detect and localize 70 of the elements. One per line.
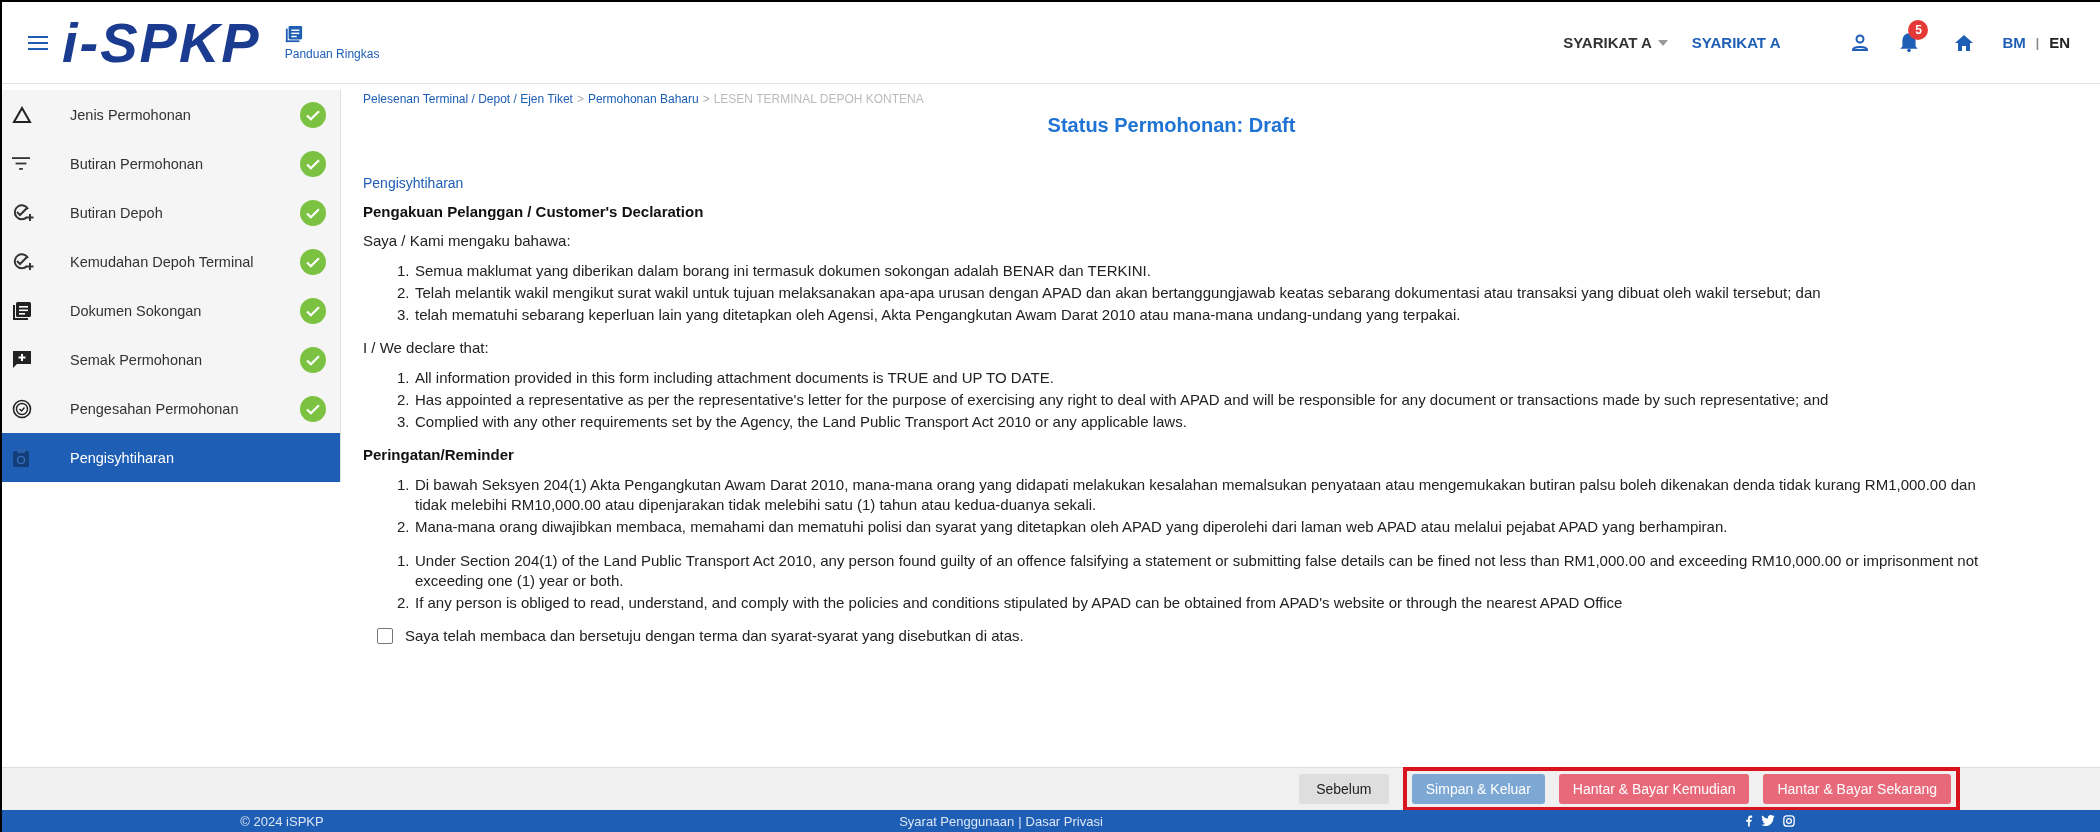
breadcrumb-separator: >	[702, 92, 710, 106]
reminder-text: Under Section 204(1) of the Land Public Transport Act 2010, any person found guilty of an offence falsifying a statement or submitting false details can be fined not less than RM1,000.00 and exceeding RM10,000.00 or imprisonment not exceeding one (1) year or both.	[415, 551, 1980, 591]
copyright-text: © 2024 iSPKP	[239, 813, 325, 829]
declaration-text: Telah melantik wakil mengikut surat wakil untuk tujuan melaksanakan apa-apa urusan dengan APAD dan akan bertanggungjawab keatas sebarang dokumentasi atau transaksi yang dibuat oleh wakil tersebut; dan	[415, 283, 1821, 303]
breadcrumb-link[interactable]: Pelesenan Terminal / Depot / Ejen Tiket	[363, 92, 573, 106]
sidebar-item[interactable]: Pengisyhtiharan	[2, 433, 340, 482]
breadcrumb-link[interactable]: Permohonan Baharu	[587, 92, 699, 106]
check-add-icon	[12, 202, 34, 223]
agreement-label: Saya telah membaca dan bersetuju dengan terma dan syarat-syarat yang disebutkan di atas.	[405, 627, 1024, 644]
reminder-text: If any person is obliged to read, understand, and comply with the policies and conditions stipulated by APAD can be obtained from APAD's website or through the nearest APAD Office	[415, 593, 1623, 613]
list-number: 1.	[397, 368, 411, 388]
status-title: Status Permohonan: Draft	[1046, 114, 1297, 137]
breadcrumb-current-page: LESEN TERMINAL DEPOH KONTENA	[713, 92, 924, 106]
quick-guide-link[interactable]: Panduan Ringkas	[284, 24, 380, 61]
agreement-checkbox[interactable]	[377, 627, 393, 644]
breadcrumb-separator: >	[576, 92, 584, 106]
list-number: 2.	[397, 517, 411, 537]
list-number: 2.	[397, 593, 411, 613]
instagram-icon[interactable]	[1783, 815, 1795, 827]
list-number: 2.	[397, 390, 411, 410]
document-icon	[12, 300, 32, 321]
home-icon[interactable]	[1954, 32, 1975, 53]
language-separator: |	[2035, 35, 2040, 50]
list-number: 1.	[397, 475, 411, 495]
sidebar-item[interactable]: Pengesahan Permohonan	[2, 384, 340, 433]
sidebar-item[interactable]: Semak Permohonan	[2, 335, 340, 384]
notification-badge: 5	[1908, 19, 1929, 40]
declaration-text: telah mematuhi sebarang keperluan lain yang ditetapkan oleh Agensi, Akta Pengangkutan Awam Darat 2010 atau mana-mana undang-undang yang terpakai.	[415, 305, 1461, 325]
verified-badge-icon	[12, 398, 32, 419]
check-add-icon	[12, 251, 34, 272]
section-title: Pengisyhtiharan	[363, 175, 465, 191]
twitter-icon[interactable]	[1761, 815, 1775, 826]
declaration-text: All information provided in this form including attachment documents is TRUE and UP TO DATE.	[415, 368, 1054, 388]
sidebar-item[interactable]: Dokumen Sokongan	[2, 286, 340, 335]
caret-icon	[1657, 39, 1668, 46]
menu-icon[interactable]	[28, 35, 48, 50]
declaration-text: Semua maklumat yang diberikan dalam borang ini termasuk dokumen sokongan adalah BENAR dan TERKINI.	[415, 261, 1151, 281]
company-name: SYARIKAT A	[1691, 34, 1781, 51]
link-separator: |	[1018, 813, 1022, 829]
sidebar-item[interactable]: Butiran Permohonan	[2, 139, 340, 188]
comment-plus-icon	[12, 349, 32, 370]
declaration-heading: Pengakuan Pelanggan / Customer's Declaration	[363, 203, 705, 220]
language-link[interactable]: EN	[2049, 34, 2070, 51]
sidebar-item[interactable]: Butiran Depoh	[2, 188, 340, 237]
footer-link[interactable]: Syarat Penggunaan	[899, 813, 1015, 829]
sidebar-item[interactable]: Kemudahan Depoh Terminal	[2, 237, 340, 286]
reminder-text: Di bawah Seksyen 204(1) Akta Pengangkutan Awam Darat 2010, mana-mana orang yang didapati melakukan kesalahan memalsukan penyataan atau mengemukakan butiran palsu boleh dikenakan denda tidak kurang RM1,000.00 dan tidak melebihi RM10,000.00 atau dipenjarakan tidak melebihi satu (1) tahun atau kedua-duanya sekali.	[415, 475, 1977, 515]
previous-button[interactable]: Sebelum	[1298, 774, 1389, 804]
list-number: 1.	[397, 551, 411, 571]
reminder-text: Mana-mana orang diwajibkan membaca, memahami dan mematuhi polisi dan syarat yang ditetapkan oleh APAD yang diperolehi dari laman web APAD atau melalui pejabat APAD yang berhampiran.	[415, 517, 1728, 537]
list-number: 2.	[397, 283, 411, 303]
company-dropdown[interactable]: SYARIKAT A	[1563, 34, 1668, 51]
list-number: 3.	[397, 305, 411, 325]
triangle-icon	[12, 105, 32, 124]
sidebar-item[interactable]: Jenis Permohonan	[2, 90, 340, 139]
declaration-text: Complied with any other requirements set by the Agency, the Land Public Transport Act 2010 or any applicable laws.	[415, 412, 1187, 432]
footer-link[interactable]: Dasar Privasi	[1025, 813, 1103, 829]
language-link[interactable]: BM	[2002, 34, 2026, 51]
facebook-icon[interactable]	[1745, 815, 1753, 827]
list-number: 3.	[397, 412, 411, 432]
declaration-text: Has appointed a representative as per the representative's letter for the purpose of exercising any right to deal with APAD and will be responsible for any document or transactions made by such representative; and	[415, 390, 1829, 410]
declaration-intro: Saya / Kami mengaku bahawa:	[363, 232, 572, 249]
document-icon	[284, 24, 303, 43]
logo: i-SPKP	[62, 14, 261, 71]
user-icon[interactable]	[1850, 32, 1871, 53]
declaration-intro: I / We declare that:	[363, 339, 490, 356]
filter-icon	[12, 157, 30, 170]
reminder-heading: Peringatan/Reminder	[363, 446, 515, 463]
clipboard-icon	[12, 447, 30, 468]
list-number: 1.	[397, 261, 411, 281]
